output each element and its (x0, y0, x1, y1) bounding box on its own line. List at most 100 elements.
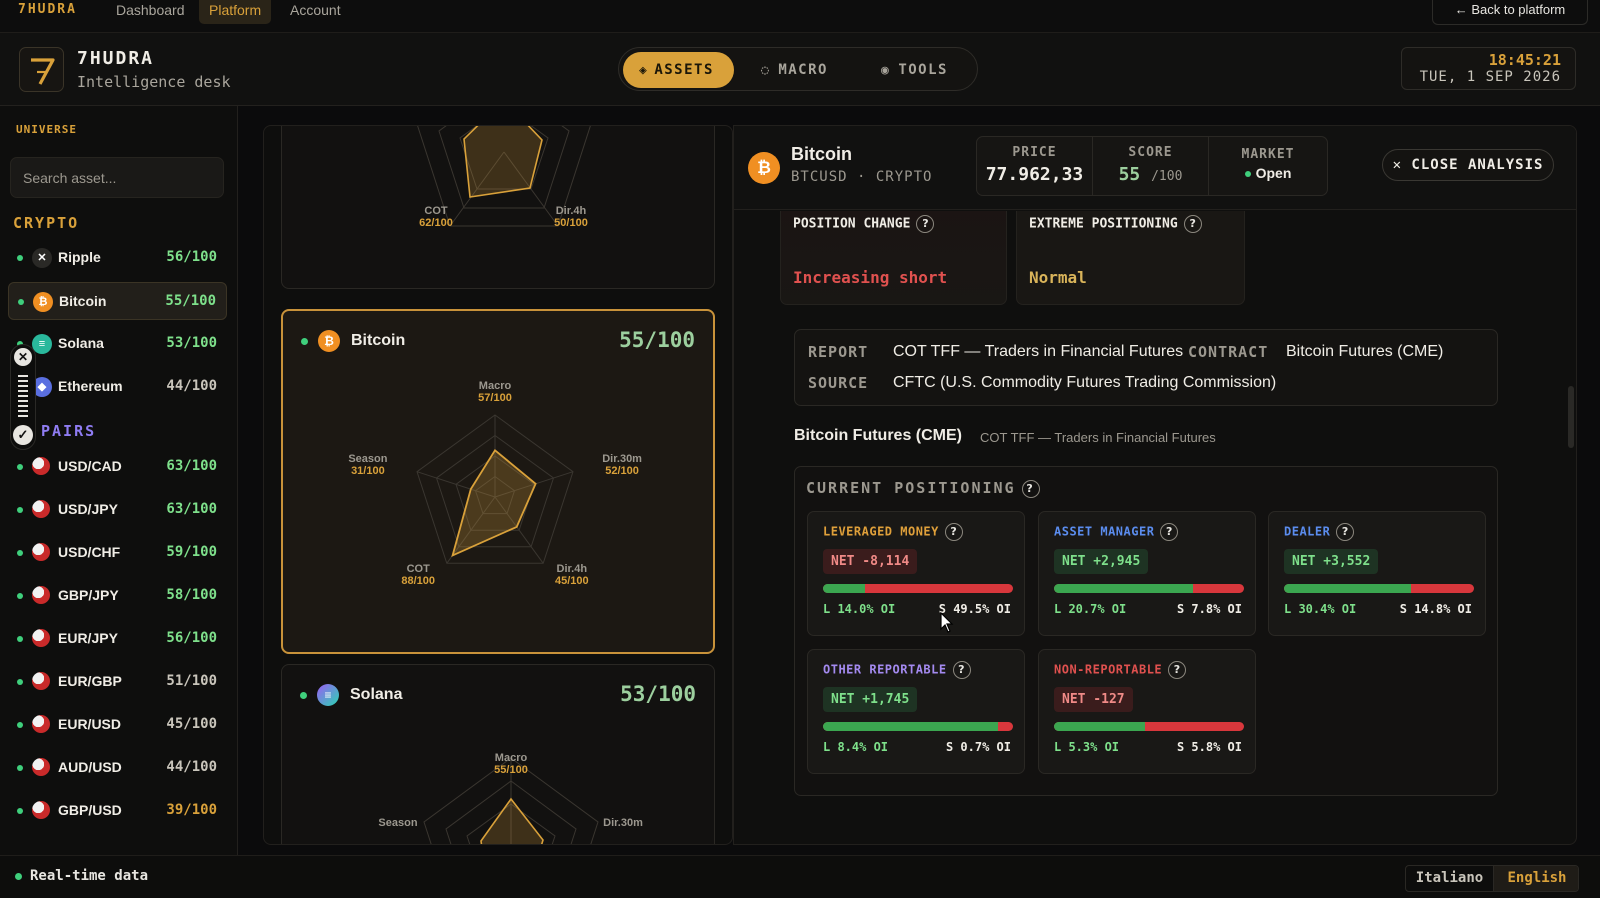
help-icon[interactable]: ? (1336, 523, 1355, 541)
sidebar-item-ripple[interactable]: ✕ Ripple 56/100 (8, 239, 227, 277)
mode-tools[interactable]: ◉ TOOLS (881, 52, 948, 88)
sidebar-item-label: Ripple (58, 249, 101, 265)
panel-scrollbar[interactable] (1568, 386, 1574, 448)
radar-chart-bitcoin: Macro57/100 Dir.30m52/100 Dir.4h45/100 COT8… (348, 380, 642, 587)
mode-assets[interactable]: ◈ ASSETS (623, 52, 734, 88)
app-header: 7HUDRA Intelligence desk ◈ ASSETS ◌ MACRO … (0, 33, 1600, 106)
sidebar-item-score: 55/100 (165, 293, 216, 309)
flag-pair-icon (32, 629, 50, 647)
sidebar-item-usd-jpy[interactable]: USD/JPY 63/100 (8, 491, 227, 529)
sidebar-item-usd-chf[interactable]: USD/CHF 59/100 (8, 534, 227, 572)
help-icon[interactable]: ? (1160, 523, 1179, 541)
group-title: OTHER REPORTABLE (823, 662, 947, 677)
floating-toolbar: ✕ ✓ (10, 344, 36, 450)
long-short-bar (823, 584, 1013, 593)
close-analysis-button[interactable]: ✕ CLOSE ANALYSIS (1382, 149, 1554, 181)
position-change-card: POSITION CHANGE? Increasing short (780, 211, 1007, 305)
footer: Real-time data Italiano English (0, 855, 1600, 898)
group-title-row: LEVERAGED MONEY? (823, 523, 963, 541)
sidebar-item-ethereum[interactable]: ◆ Ethereum 44/100 (8, 368, 227, 406)
group-title: NON-REPORTABLE (1054, 662, 1163, 677)
short-oi: S 0.7% OI (945, 740, 1011, 754)
group-title: LEVERAGED MONEY (823, 524, 939, 539)
brand-name: 7HUDRA (77, 48, 155, 69)
long-share-fill (1284, 584, 1412, 593)
mode-macro-label: MACRO (778, 62, 828, 78)
group-title-row: DEALER? (1284, 523, 1355, 541)
lang-italiano[interactable]: Italiano (1406, 866, 1494, 891)
bitcoin-icon: ₿ (33, 292, 53, 312)
back-to-platform-button[interactable]: ← Back to platform (1432, 0, 1588, 25)
long-short-bar (823, 722, 1013, 731)
help-icon[interactable]: ? (944, 523, 963, 541)
sidebar-item-label: Solana (58, 335, 104, 351)
asset-card-bitcoin[interactable]: ₿ Bitcoin 55/100 Macro 57/100 Dir.30m 52/10… (281, 309, 715, 654)
extreme-positioning-label: EXTREME POSITIONING (1029, 216, 1178, 232)
flag-pair-icon (32, 801, 50, 819)
radar-axis-value: 45/100 (555, 575, 589, 587)
net-badge: NET +2,945 (1054, 549, 1149, 574)
radar-axis-value: 31/100 (351, 465, 385, 477)
sidebar-item-eur-gbp[interactable]: EUR/GBP 51/100 (8, 663, 227, 701)
sidebar-item-eur-jpy[interactable]: EUR/JPY 56/100 (8, 620, 227, 658)
status-dot (17, 636, 23, 642)
nav-dashboard[interactable]: Dashboard (106, 0, 195, 24)
language-switcher: Italiano English (1405, 865, 1579, 892)
long-oi: L 20.7% OI (1054, 602, 1127, 616)
help-icon[interactable]: ? (952, 661, 971, 679)
stat-price-label: PRICE (1012, 145, 1057, 160)
long-share-fill (823, 584, 865, 593)
help-icon[interactable]: ? (916, 215, 935, 233)
search-asset-input[interactable] (10, 157, 224, 198)
sidebar-item-label: Ethereum (58, 378, 123, 394)
stat-score-suffix: /100 (1151, 169, 1183, 184)
status-dot (17, 722, 23, 728)
sidebar-item-label: GBP/JPY (58, 587, 119, 603)
help-icon[interactable]: ? (1168, 661, 1187, 679)
radar-chart-solana: Macro 55/100 Dir.30m Season (378, 752, 643, 844)
nav-account[interactable]: Account (280, 0, 351, 24)
sidebar-item-score: 44/100 (166, 378, 217, 394)
sidebar-item-gbp-jpy[interactable]: GBP/JPY 58/100 (8, 577, 227, 615)
lang-english[interactable]: English (1494, 866, 1578, 891)
position-change-label: POSITION CHANGE (793, 216, 911, 232)
radar-solana-season-label: Season (378, 817, 417, 829)
help-icon[interactable]: ? (1183, 215, 1202, 233)
mode-macro[interactable]: ◌ MACRO (761, 52, 828, 88)
sidebar-item-score: 58/100 (166, 587, 217, 603)
radar-axis-label: Season (348, 453, 387, 465)
realtime-status-dot (15, 873, 22, 880)
short-oi: S 7.8% OI (1176, 602, 1242, 616)
positioning-card-asset-manager: ASSET MANAGER? NET +2,945 L 20.7% OI S 7.8%… (1038, 511, 1256, 636)
drag-handle[interactable] (18, 375, 28, 417)
sidebar-item-score: 45/100 (166, 716, 217, 732)
asset-card-top[interactable]: COT 62/100 Dir.4h 50/100 (281, 126, 715, 289)
radar-axis-label: Macro (479, 380, 512, 392)
radar-top-cot-label: COT (424, 205, 448, 217)
checkmark-icon[interactable]: ✓ (13, 425, 33, 445)
radar-series-bitcoin (451, 448, 537, 557)
close-icon[interactable]: ✕ (14, 348, 32, 366)
net-badge: NET +1,745 (823, 687, 918, 712)
long-oi: L 14.0% OI (823, 602, 896, 616)
sidebar-item-bitcoin[interactable]: ₿ Bitcoin 55/100 (8, 282, 227, 320)
extreme-positioning-card: EXTREME POSITIONING? Normal (1016, 211, 1245, 305)
sidebar-item-label: USD/CHF (58, 544, 121, 560)
nav-platform[interactable]: Platform (199, 0, 272, 24)
current-positioning-title: CURRENT POSITIONING (806, 479, 1016, 497)
flag-pair-icon (32, 715, 50, 733)
sidebar-item-eur-usd[interactable]: EUR/USD 45/100 (8, 706, 227, 744)
group-title: DEALER (1284, 524, 1331, 539)
group-title: ASSET MANAGER (1054, 524, 1155, 539)
sidebar-item-gbp-usd[interactable]: GBP/USD 39/100 (8, 792, 227, 830)
help-icon[interactable]: ? (1021, 479, 1040, 498)
sidebar-item-aud-usd[interactable]: AUD/USD 44/100 (8, 749, 227, 787)
flag-pair-icon (32, 500, 50, 518)
top-logo[interactable]: 7HUDRA (18, 2, 77, 17)
status-dot (17, 765, 23, 771)
status-dot (17, 507, 23, 513)
universe-label: UNIVERSE (16, 123, 77, 136)
sidebar-item-usd-cad[interactable]: USD/CAD 63/100 (8, 448, 227, 486)
asset-card-solana[interactable]: ≡ Solana 53/100 Macro 55/100 Dir.30m Sea… (281, 664, 715, 844)
sidebar-item-solana[interactable]: ≡ Solana 53/100 (8, 325, 227, 363)
